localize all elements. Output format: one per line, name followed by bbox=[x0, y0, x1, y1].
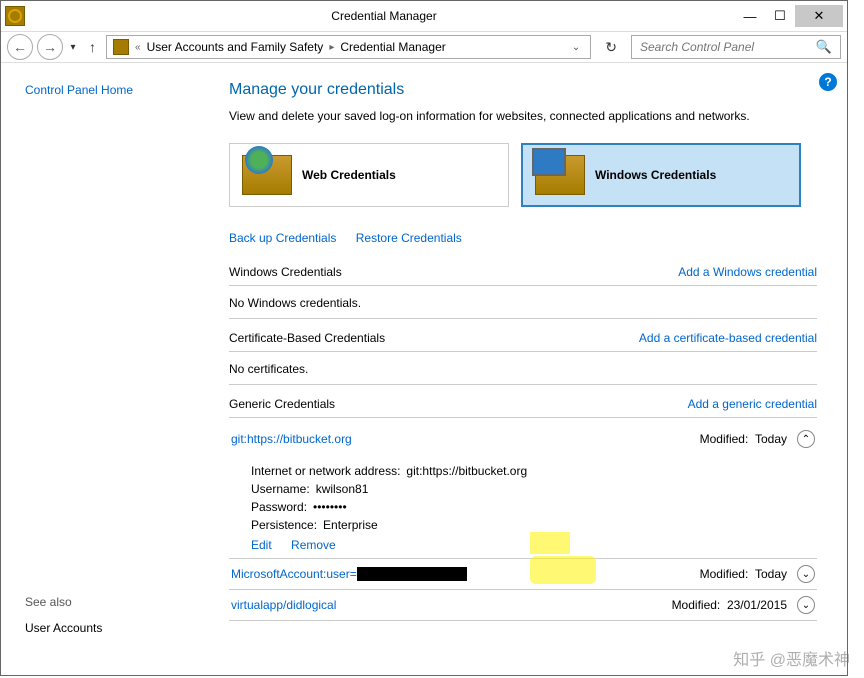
help-icon[interactable]: ? bbox=[819, 73, 837, 91]
add-cert-credential-link[interactable]: Add a certificate-based credential bbox=[639, 331, 817, 345]
windows-credentials-icon bbox=[535, 155, 585, 195]
app-icon bbox=[5, 6, 25, 26]
page-subheading: View and delete your saved log-on inform… bbox=[229, 109, 817, 123]
password-label: Password: bbox=[251, 500, 307, 514]
modified-label: Modified: bbox=[700, 567, 749, 581]
add-generic-credential-link[interactable]: Add a generic credential bbox=[688, 397, 817, 411]
credential-entry-name[interactable]: virtualapp/didlogical bbox=[231, 598, 336, 612]
watermark: 知乎 @恶魔术神 bbox=[733, 646, 850, 670]
breadcrumb-parent[interactable]: User Accounts and Family Safety bbox=[147, 40, 324, 54]
no-windows-credentials-text: No Windows credentials. bbox=[229, 292, 817, 319]
location-icon bbox=[113, 39, 129, 55]
cert-credentials-section-title: Certificate-Based Credentials bbox=[229, 331, 385, 345]
windows-credentials-tile[interactable]: Windows Credentials bbox=[521, 143, 801, 207]
edit-credential-link[interactable]: Edit bbox=[251, 538, 272, 552]
breadcrumb-current[interactable]: Credential Manager bbox=[340, 40, 445, 54]
redacted-value bbox=[357, 567, 467, 581]
web-credentials-label: Web Credentials bbox=[302, 168, 396, 182]
sidebar: Control Panel Home See also User Account… bbox=[1, 63, 221, 675]
window-title: Credential Manager bbox=[33, 9, 735, 23]
search-box[interactable]: 🔍 bbox=[631, 35, 841, 59]
modified-value: 23/01/2015 bbox=[727, 598, 787, 612]
search-icon[interactable]: 🔍 bbox=[816, 39, 832, 55]
chevron-left-icon: « bbox=[135, 42, 141, 53]
address-dropdown[interactable]: ⌄ bbox=[568, 42, 584, 53]
generic-credentials-section-title: Generic Credentials bbox=[229, 397, 335, 411]
control-panel-home-link[interactable]: Control Panel Home bbox=[25, 83, 197, 97]
collapse-icon[interactable]: ⌃ bbox=[797, 430, 815, 448]
history-dropdown[interactable]: ▾ bbox=[67, 34, 79, 60]
modified-value: Today bbox=[755, 567, 787, 581]
modified-value: Today bbox=[755, 432, 787, 446]
credential-entry-name[interactable]: git:https://bitbucket.org bbox=[231, 432, 352, 446]
username-value: kwilson81 bbox=[316, 482, 369, 496]
page-heading: Manage your credentials bbox=[229, 81, 817, 99]
backup-credentials-link[interactable]: Back up Credentials bbox=[229, 231, 336, 245]
back-button[interactable]: ← bbox=[7, 34, 33, 60]
address-label: Internet or network address: bbox=[251, 464, 400, 478]
minimize-button[interactable]: — bbox=[735, 5, 765, 27]
close-button[interactable]: ✕ bbox=[795, 5, 843, 27]
refresh-button[interactable]: ↻ bbox=[595, 39, 627, 56]
search-input[interactable] bbox=[640, 40, 810, 54]
credential-entry-name[interactable]: MicrosoftAccount:user= bbox=[231, 567, 467, 582]
address-value: git:https://bitbucket.org bbox=[406, 464, 527, 478]
maximize-button[interactable]: ☐ bbox=[765, 5, 795, 27]
username-label: Username: bbox=[251, 482, 310, 496]
titlebar: Credential Manager — ☐ ✕ bbox=[1, 1, 847, 31]
navigation-bar: ← → ▾ ↑ « User Accounts and Family Safet… bbox=[1, 31, 847, 63]
up-button[interactable]: ↑ bbox=[83, 39, 102, 55]
windows-credentials-label: Windows Credentials bbox=[595, 168, 716, 182]
forward-button[interactable]: → bbox=[37, 34, 63, 60]
modified-label: Modified: bbox=[700, 432, 749, 446]
web-credentials-tile[interactable]: Web Credentials bbox=[229, 143, 509, 207]
remove-credential-link[interactable]: Remove bbox=[291, 538, 336, 552]
persistence-value: Enterprise bbox=[323, 518, 378, 532]
main-content: Manage your credentials View and delete … bbox=[221, 63, 847, 675]
see-also-user-accounts[interactable]: User Accounts bbox=[25, 621, 102, 635]
see-also-label: See also bbox=[25, 595, 102, 609]
modified-label: Modified: bbox=[672, 598, 721, 612]
expand-icon[interactable]: ⌄ bbox=[797, 596, 815, 614]
expand-icon[interactable]: ⌄ bbox=[797, 565, 815, 583]
restore-credentials-link[interactable]: Restore Credentials bbox=[356, 231, 462, 245]
credential-details: Internet or network address: git:https://… bbox=[229, 454, 817, 559]
password-value: •••••••• bbox=[313, 500, 347, 514]
persistence-label: Persistence: bbox=[251, 518, 317, 532]
add-windows-credential-link[interactable]: Add a Windows credential bbox=[678, 265, 817, 279]
no-certificates-text: No certificates. bbox=[229, 358, 817, 385]
windows-credentials-section-title: Windows Credentials bbox=[229, 265, 342, 279]
web-credentials-icon bbox=[242, 155, 292, 195]
address-bar[interactable]: « User Accounts and Family Safety ▸ Cred… bbox=[106, 35, 591, 59]
chevron-right-icon: ▸ bbox=[329, 42, 334, 53]
